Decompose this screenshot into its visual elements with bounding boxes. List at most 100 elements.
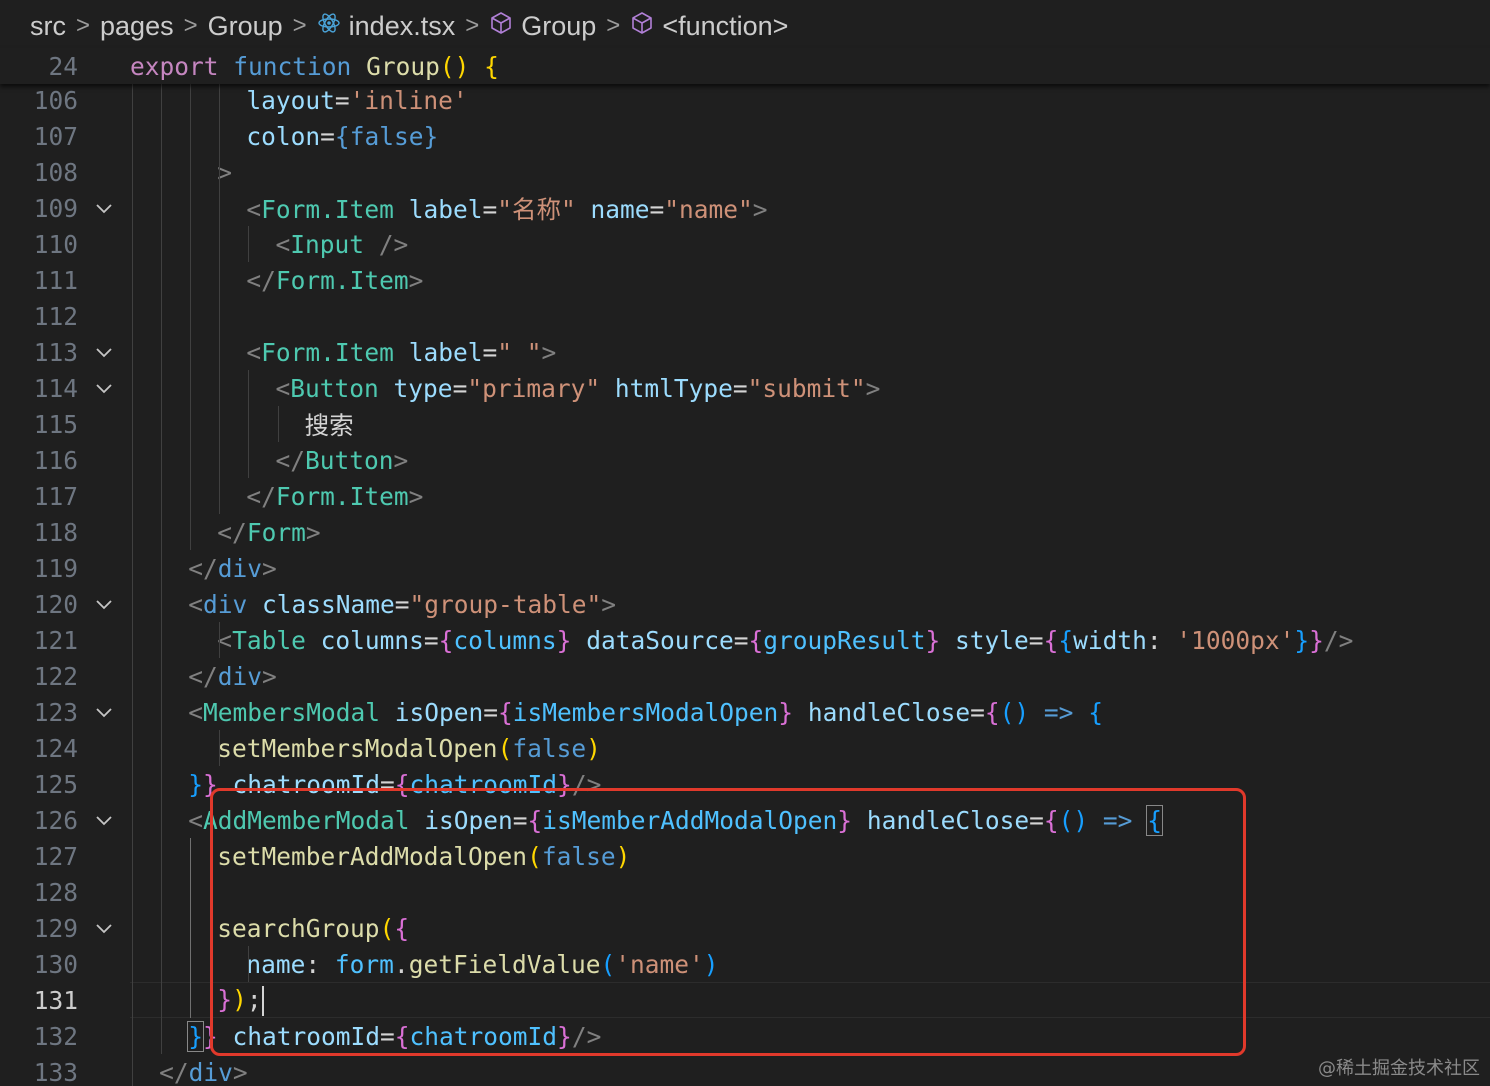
code-token: }: [188, 769, 203, 799]
line-number[interactable]: 108: [0, 158, 78, 187]
code-line[interactable]: 120 <div className="group-table">: [0, 586, 1490, 622]
fold-chevron-icon[interactable]: [78, 593, 130, 615]
code-line[interactable]: 106 layout='inline': [0, 82, 1490, 118]
fold-chevron-icon[interactable]: [78, 701, 130, 723]
code-token: {: [984, 697, 1000, 727]
breadcrumb-label: <function>: [662, 10, 789, 41]
line-number[interactable]: 131: [0, 986, 78, 1015]
line-number[interactable]: 116: [0, 446, 78, 475]
line-number[interactable]: 129: [0, 914, 78, 943]
code-text[interactable]: </Form.Item>: [246, 266, 423, 295]
line-number[interactable]: 126: [0, 806, 78, 835]
line-number[interactable]: 127: [0, 842, 78, 871]
breadcrumb-item[interactable]: pages: [100, 11, 174, 42]
code-text[interactable]: </Button>: [276, 446, 409, 475]
line-number[interactable]: 113: [0, 338, 78, 367]
line-number[interactable]: 111: [0, 266, 78, 295]
line-number[interactable]: 130: [0, 950, 78, 979]
code-line[interactable]: 111 </Form.Item>: [0, 262, 1490, 298]
code-line[interactable]: 123 <MembersModal isOpen={isMembersModalO…: [0, 694, 1490, 730]
line-number[interactable]: 125: [0, 770, 78, 799]
breadcrumb-item[interactable]: index.tsx: [317, 11, 455, 42]
code-line[interactable]: 124 setMembersModalOpen(false): [0, 730, 1490, 766]
code-text[interactable]: 搜索: [305, 407, 354, 442]
code-line[interactable]: 115 搜索: [0, 406, 1490, 442]
line-number[interactable]: 117: [0, 482, 78, 511]
line-number[interactable]: 133: [0, 1058, 78, 1086]
line-number[interactable]: 121: [0, 626, 78, 655]
breadcrumb-item[interactable]: Group: [489, 11, 596, 42]
line-number[interactable]: 114: [0, 374, 78, 403]
line-number[interactable]: 109: [0, 194, 78, 223]
code-text[interactable]: </div>: [188, 554, 277, 583]
code-text[interactable]: colon={false}: [246, 122, 438, 151]
code-token: 'inline': [349, 85, 468, 115]
line-number[interactable]: 124: [0, 734, 78, 763]
code-line[interactable]: 122 </div>: [0, 658, 1490, 694]
code-token: htmlType: [614, 373, 733, 403]
indent-guide: [248, 226, 250, 262]
code-token: >: [865, 373, 881, 403]
code-line[interactable]: 114 <Button type="primary" htmlType="subm…: [0, 370, 1490, 406]
line-number[interactable]: 132: [0, 1022, 78, 1051]
line-number[interactable]: 118: [0, 518, 78, 547]
code-line[interactable]: 110 <Input />: [0, 226, 1490, 262]
code-token: >: [232, 1057, 248, 1086]
code-text[interactable]: <div className="group-table">: [188, 590, 616, 619]
code-token: Input: [290, 229, 365, 259]
code-token: function: [233, 51, 352, 81]
code-line[interactable]: 117 </Form.Item>: [0, 478, 1490, 514]
code-text[interactable]: layout='inline': [246, 86, 467, 115]
code-line[interactable]: 113 <Form.Item label=" ">: [0, 334, 1490, 370]
line-number[interactable]: 119: [0, 554, 78, 583]
fold-chevron-icon[interactable]: [78, 377, 130, 399]
line-number[interactable]: 107: [0, 122, 78, 151]
code-text[interactable]: </Form.Item>: [246, 482, 423, 511]
code-line[interactable]: 108 >: [0, 154, 1490, 190]
code-text[interactable]: <Form.Item label=" ">: [246, 338, 556, 367]
breadcrumb-item[interactable]: <function>: [630, 11, 788, 42]
fold-chevron-icon[interactable]: [78, 809, 130, 831]
line-number[interactable]: 120: [0, 590, 78, 619]
code-text[interactable]: <Input />: [276, 230, 409, 259]
line-number[interactable]: 115: [0, 410, 78, 439]
line-number[interactable]: 106: [0, 86, 78, 115]
code-text[interactable]: </div>: [159, 1058, 248, 1086]
code-text[interactable]: export function Group() {: [130, 52, 499, 81]
line-number[interactable]: 112: [0, 302, 78, 331]
code-token: {: [438, 625, 454, 655]
code-line[interactable]: 116 </Button>: [0, 442, 1490, 478]
code-line[interactable]: 121 <Table columns={columns} dataSource={…: [0, 622, 1490, 658]
code-token: >: [408, 481, 424, 511]
code-token: Group: [366, 51, 440, 81]
code-token: div: [217, 553, 262, 583]
fold-chevron-icon[interactable]: [78, 341, 130, 363]
fold-chevron-icon[interactable]: [78, 917, 130, 939]
code-line[interactable]: 107 colon={false}: [0, 118, 1490, 154]
line-number[interactable]: 110: [0, 230, 78, 259]
code-text[interactable]: <MembersModal isOpen={isMembersModalOpen…: [188, 698, 1103, 727]
line-number[interactable]: 24: [0, 52, 78, 81]
code-text[interactable]: <Button type="primary" htmlType="submit"…: [276, 374, 881, 403]
code-line[interactable]: 112: [0, 298, 1490, 334]
code-text[interactable]: <Form.Item label="名称" name="name">: [246, 191, 767, 226]
sticky-scroll-line[interactable]: 24 export function Group() {: [0, 48, 1490, 84]
code-line[interactable]: 118 </Form>: [0, 514, 1490, 550]
breadcrumb-item[interactable]: Group: [208, 11, 283, 42]
code-line[interactable]: 119 </div>: [0, 550, 1490, 586]
code-text[interactable]: </Form>: [217, 518, 320, 547]
line-number[interactable]: 128: [0, 878, 78, 907]
code-token: div: [188, 1057, 233, 1086]
code-text[interactable]: </div>: [188, 662, 277, 691]
code-line[interactable]: 133 </div>: [0, 1054, 1490, 1086]
line-number[interactable]: 122: [0, 662, 78, 691]
code-text[interactable]: setMembersModalOpen(false): [217, 734, 601, 763]
code-text[interactable]: <Table columns={columns} dataSource={gro…: [217, 626, 1353, 655]
code-editor[interactable]: src > pages > Group > index.tsx > Group > <functio…: [0, 0, 1490, 1086]
fold-chevron-icon[interactable]: [78, 197, 130, 219]
code-token: setMembersModalOpen: [217, 733, 498, 763]
breadcrumb-item[interactable]: src: [30, 11, 66, 42]
line-number[interactable]: 123: [0, 698, 78, 727]
code-line[interactable]: 109 <Form.Item label="名称" name="name">: [0, 190, 1490, 226]
code-token: <: [275, 373, 291, 403]
